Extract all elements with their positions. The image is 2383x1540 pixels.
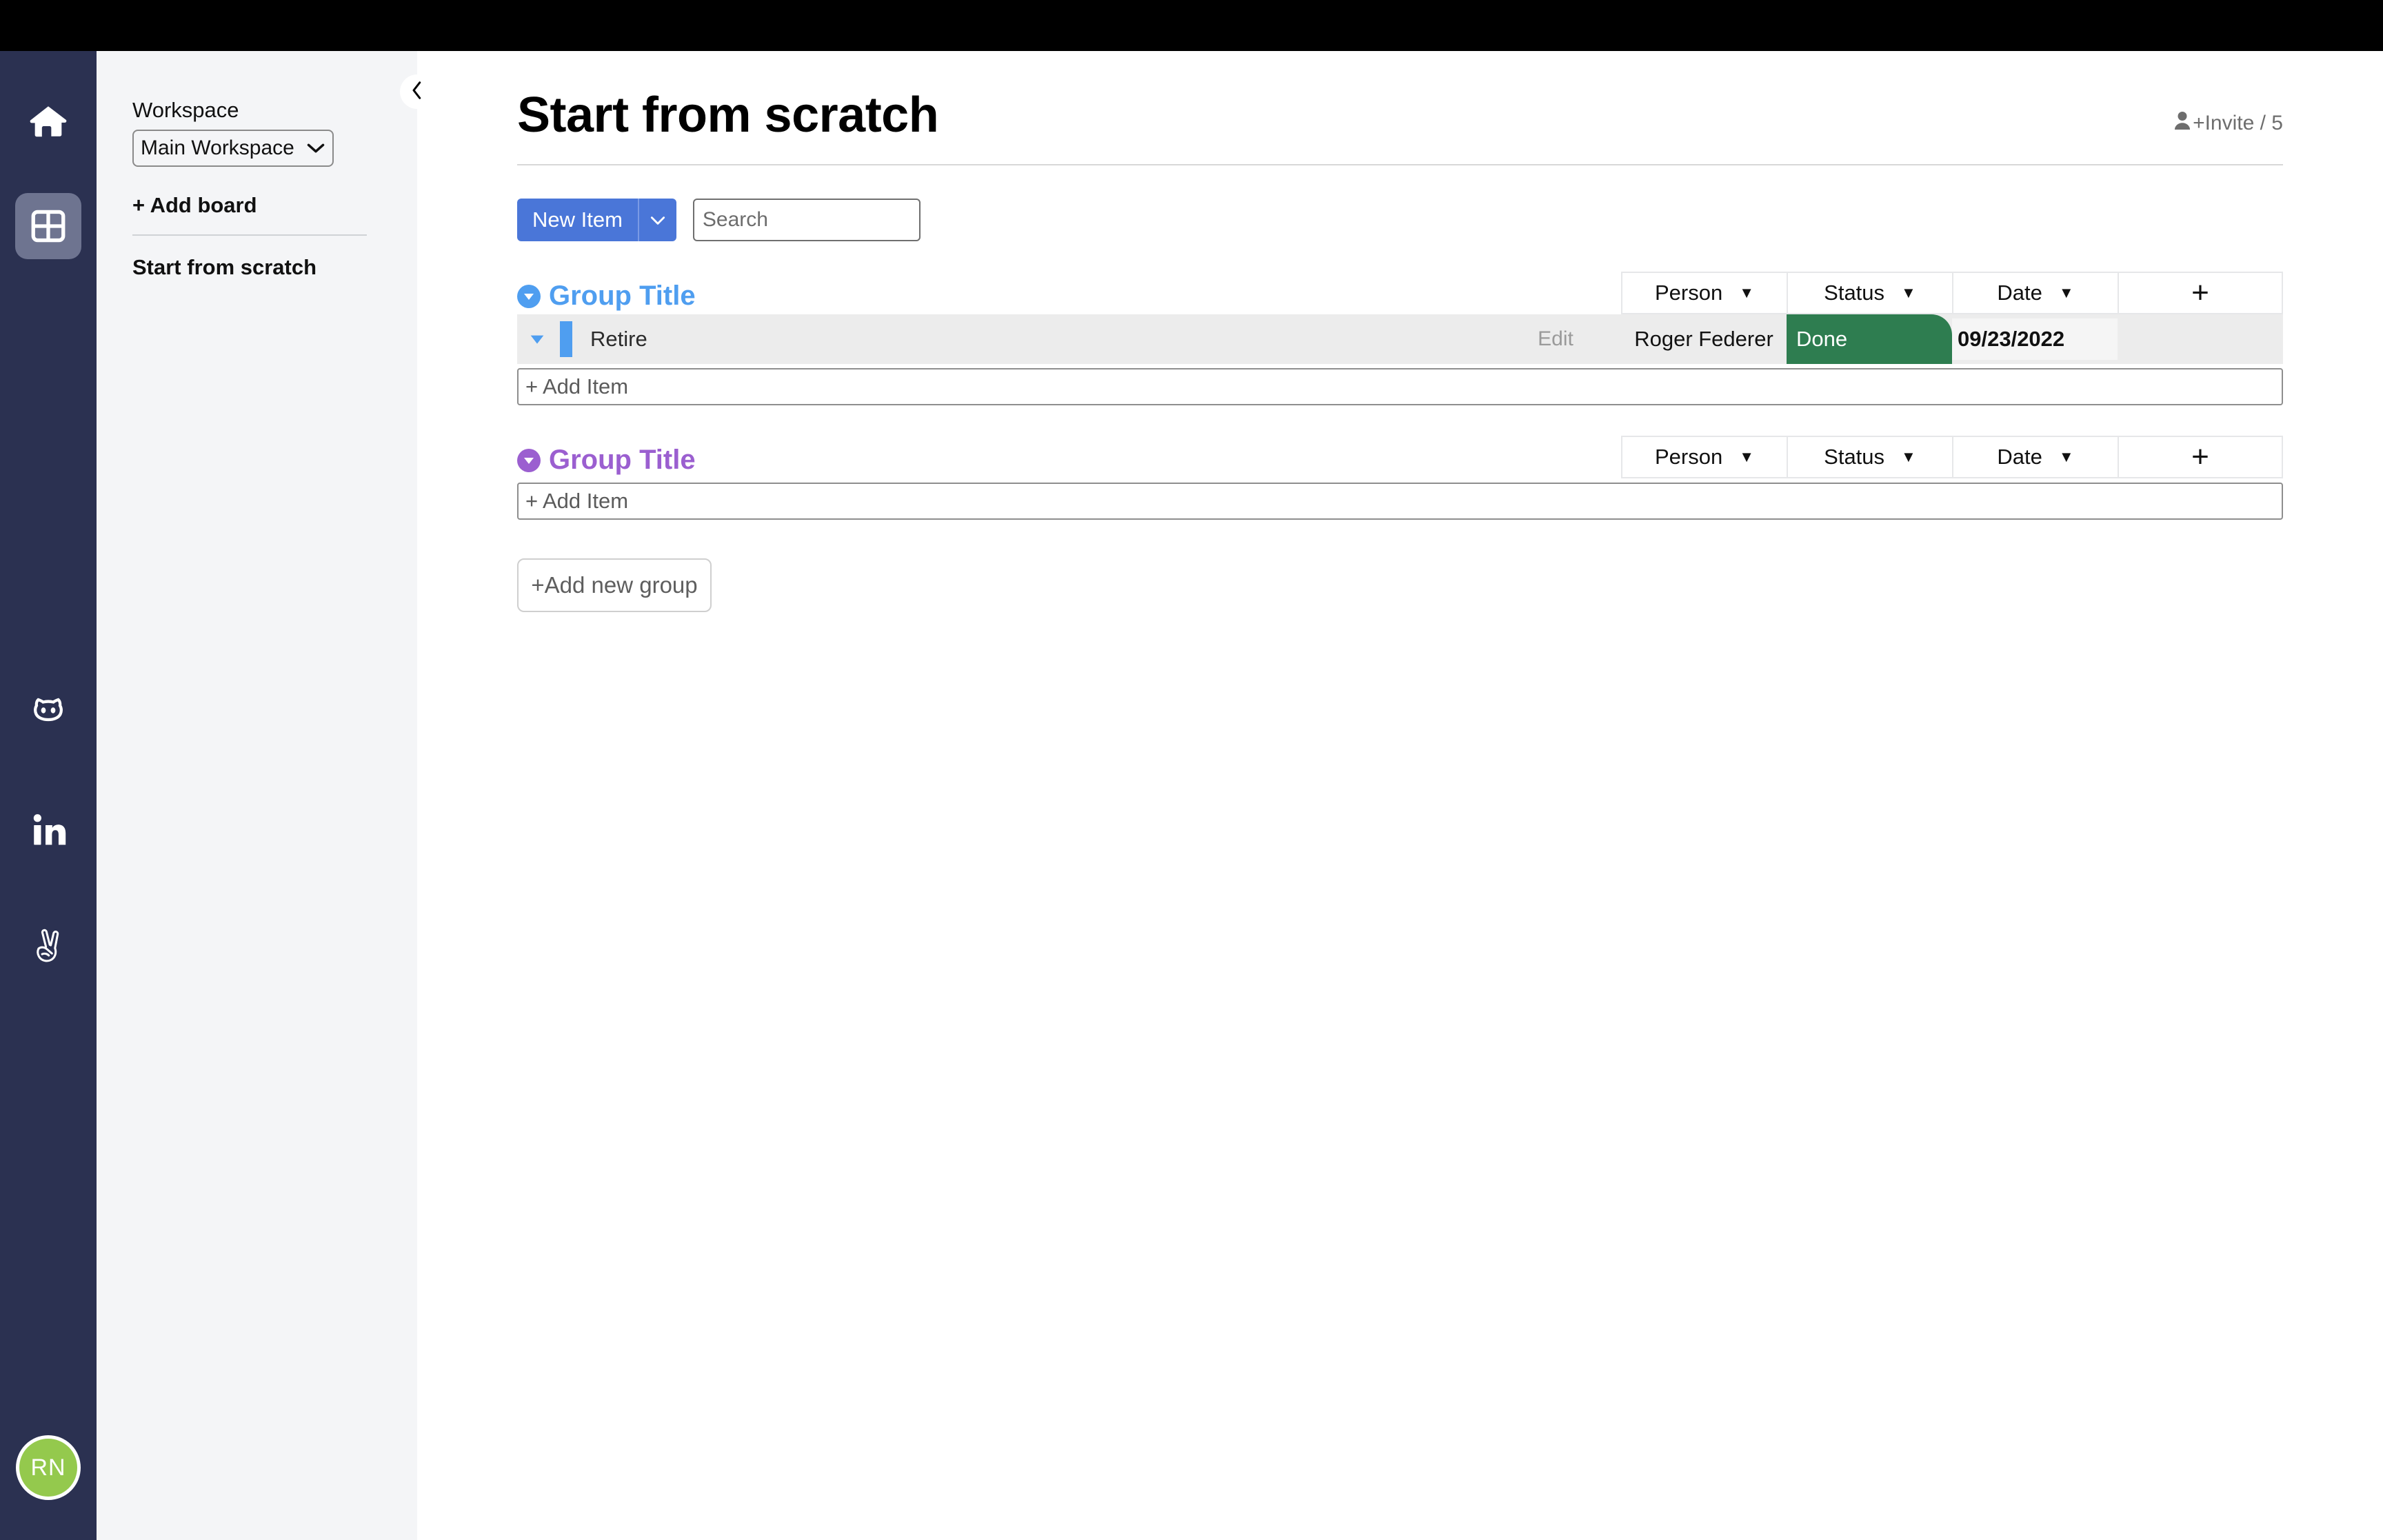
home-icon[interactable]	[15, 88, 81, 154]
plus-icon: +	[2191, 276, 2209, 310]
sidebar-item-start-from-scratch[interactable]: Start from scratch	[132, 255, 398, 280]
page-title: Start from scratch	[517, 87, 938, 143]
workspace-label: Workspace	[132, 98, 398, 123]
group-block: Group Title Person ▼ Status ▼ Date ▼	[517, 436, 2283, 520]
search-input[interactable]	[693, 199, 921, 241]
column-header-status[interactable]: Status ▼	[1787, 436, 1952, 478]
column-header-label: Date	[1997, 281, 2042, 305]
sidebar-divider	[132, 234, 367, 236]
workspace-select[interactable]: Main Workspace	[132, 130, 334, 167]
collapse-sidebar-button[interactable]	[400, 74, 434, 109]
column-header-date[interactable]: Date ▼	[1952, 272, 2118, 314]
cell-person[interactable]: Roger Federer	[1621, 327, 1787, 352]
chevron-left-icon	[410, 80, 425, 104]
add-new-group-button[interactable]: +Add new group	[517, 558, 712, 612]
angellist-icon[interactable]	[15, 913, 81, 979]
group-collapse-icon[interactable]	[517, 449, 541, 472]
column-header-label: Status	[1824, 281, 1884, 305]
column-headers: Person ▼ Status ▼ Date ▼ +	[1621, 436, 2283, 478]
row-edit-button[interactable]: Edit	[1490, 327, 1621, 351]
add-item-input[interactable]: + Add Item	[517, 368, 2283, 405]
board-header: Start from scratch +Invite / 5	[517, 51, 2283, 143]
left-icon-rail: RN	[0, 51, 97, 1540]
column-header-date[interactable]: Date ▼	[1952, 436, 2118, 478]
new-item-button[interactable]: New Item	[517, 199, 638, 241]
chevron-down-icon	[306, 139, 325, 157]
row-expand-icon[interactable]	[524, 334, 550, 345]
add-column-button[interactable]: +	[2118, 436, 2283, 478]
chevron-down-icon: ▼	[1739, 284, 1754, 302]
chevron-down-icon: ▼	[1901, 448, 1916, 466]
chevron-down-icon: ▼	[1901, 284, 1916, 302]
person-icon	[2173, 110, 2193, 136]
workspace-select-value: Main Workspace	[141, 136, 294, 160]
column-header-person[interactable]: Person ▼	[1621, 436, 1787, 478]
group-header: Group Title Person ▼ Status ▼ Date ▼	[517, 436, 2283, 478]
row-color-bar	[560, 321, 572, 357]
linkedin-icon[interactable]	[15, 797, 81, 863]
header-divider	[517, 164, 2283, 165]
plus-icon: +	[2191, 440, 2209, 474]
new-item-dropdown-button[interactable]	[638, 199, 676, 241]
github-icon[interactable]	[15, 680, 81, 746]
table-row[interactable]: Retire Edit Roger Federer Done 09/23/202…	[517, 314, 2283, 364]
row-title-cell: Retire	[517, 321, 1490, 357]
board-table: Group Title Person ▼ Status ▼ Date ▼	[517, 272, 2283, 612]
group-title[interactable]: Group Title	[549, 281, 696, 312]
status-badge[interactable]: Done	[1787, 314, 1952, 364]
invite-button[interactable]: +Invite / 5	[2173, 110, 2283, 136]
column-header-status[interactable]: Status ▼	[1787, 272, 1952, 314]
workspace-sidebar: Workspace Main Workspace + Add board Sta…	[97, 51, 417, 1540]
avatar[interactable]: RN	[16, 1435, 81, 1500]
add-item-input[interactable]: + Add Item	[517, 483, 2283, 520]
new-item-split-button: New Item	[517, 199, 676, 241]
group-header: Group Title Person ▼ Status ▼ Date ▼	[517, 272, 2283, 314]
group-block: Group Title Person ▼ Status ▼ Date ▼	[517, 272, 2283, 405]
chevron-down-icon: ▼	[2059, 448, 2074, 466]
column-header-label: Status	[1824, 445, 1884, 469]
row-name[interactable]: Retire	[590, 327, 647, 352]
board-toolbar: New Item	[517, 199, 2283, 241]
chevron-down-icon	[649, 210, 667, 231]
browser-chrome-bar	[0, 0, 2383, 51]
column-headers: Person ▼ Status ▼ Date ▼ +	[1621, 272, 2283, 314]
column-header-label: Person	[1655, 445, 1722, 469]
invite-label: +Invite / 5	[2193, 112, 2283, 135]
column-header-label: Date	[1997, 445, 2042, 469]
cell-date[interactable]: 09/23/2022	[1952, 318, 2118, 360]
group-title-wrap: Group Title	[517, 281, 1621, 314]
group-collapse-icon[interactable]	[517, 285, 541, 308]
boards-icon[interactable]	[15, 193, 81, 259]
add-column-button[interactable]: +	[2118, 272, 2283, 314]
chevron-down-icon: ▼	[2059, 284, 2074, 302]
cell-status[interactable]: Done	[1787, 314, 1952, 364]
cell-blank	[2118, 314, 2283, 364]
add-board-button[interactable]: + Add board	[132, 193, 398, 218]
main-content: Start from scratch +Invite / 5 New Item	[417, 51, 2383, 1540]
chevron-down-icon: ▼	[1739, 448, 1754, 466]
group-title-wrap: Group Title	[517, 445, 1621, 478]
group-title[interactable]: Group Title	[549, 445, 696, 476]
column-header-person[interactable]: Person ▼	[1621, 272, 1787, 314]
column-header-label: Person	[1655, 281, 1722, 305]
